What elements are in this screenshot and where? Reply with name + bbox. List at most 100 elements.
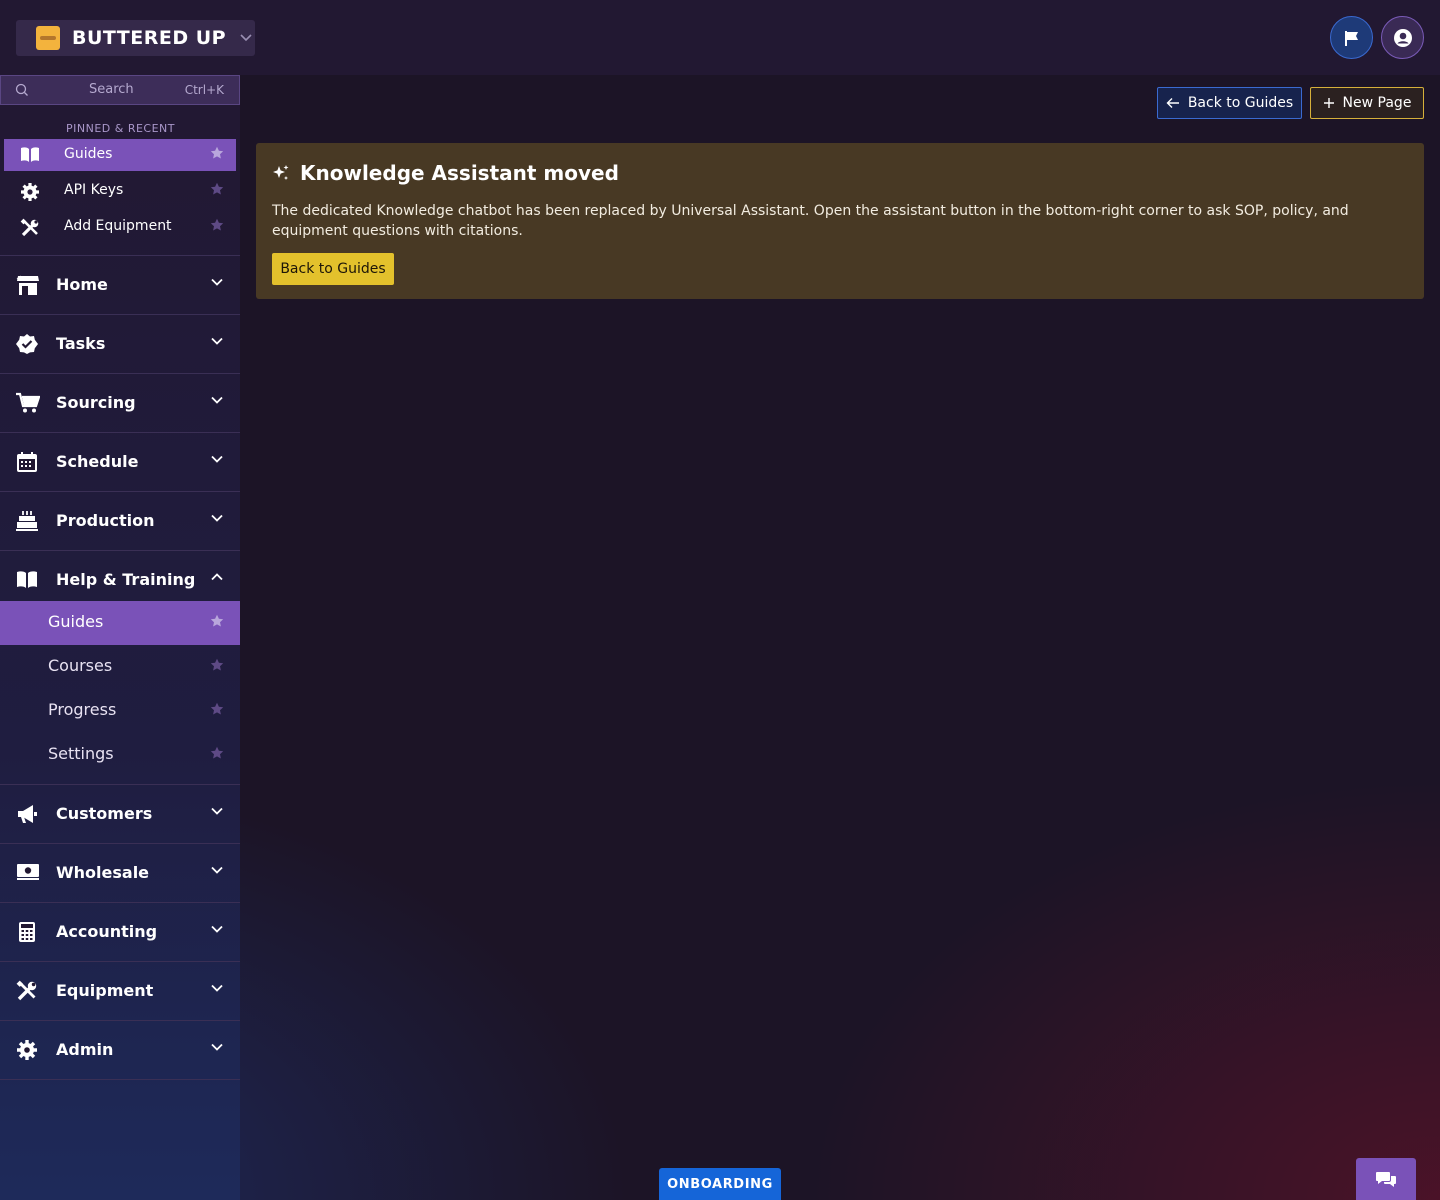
chevron-down-icon [211, 1043, 223, 1051]
submenu-item-label: Courses [48, 656, 113, 675]
brand-name: BUTTERED UP [72, 27, 227, 49]
chevron-up-icon [211, 573, 223, 581]
nav-section-wholesale[interactable]: Wholesale [0, 844, 240, 903]
nav-section-help-training[interactable]: Help & Training [0, 551, 240, 601]
search-bar[interactable]: Search Ctrl+K [0, 75, 240, 105]
nav-section-equipment[interactable]: Equipment [0, 962, 240, 1021]
megaphone-icon [16, 803, 38, 825]
search-shortcut: Ctrl+K [184, 83, 224, 97]
flag-icon [1343, 29, 1361, 47]
nav-section-production[interactable]: Production [0, 492, 240, 551]
submenu-item-courses[interactable]: Courses [0, 645, 240, 689]
nav-section-label: Schedule [56, 452, 139, 471]
nav-section-admin[interactable]: Admin [0, 1021, 240, 1080]
check-badge-icon [16, 333, 38, 355]
nav-section-label: Production [56, 511, 155, 530]
chevron-down-icon [211, 455, 223, 463]
pinned-item-api-keys[interactable]: API Keys [4, 175, 236, 207]
new-page-label: New Page [1342, 95, 1412, 111]
star-icon[interactable] [210, 702, 224, 716]
nav-section-label: Tasks [56, 334, 106, 353]
nav-section-label: Wholesale [56, 863, 150, 882]
chevron-down-icon [211, 278, 223, 286]
user-menu-button[interactable] [1381, 16, 1424, 59]
chevron-down-icon [211, 925, 223, 933]
pinned-item-guides[interactable]: Guides [4, 139, 236, 171]
submenu-item-progress[interactable]: Progress [0, 689, 240, 733]
nav-section-sourcing[interactable]: Sourcing [0, 374, 240, 433]
cart-icon [16, 392, 40, 414]
star-icon[interactable] [210, 614, 224, 628]
nav-section-home[interactable]: Home [0, 256, 240, 315]
nav-section-label: Home [56, 275, 108, 294]
chevron-down-icon [211, 866, 223, 874]
pinned-item-label: Guides [64, 146, 113, 162]
pinned-item-label: Add Equipment [64, 218, 172, 234]
calculator-icon [16, 921, 38, 943]
pinned-list: PINNED & RECENT Guides API Keys Add Equi… [0, 122, 240, 256]
nav-section-label: Sourcing [56, 393, 136, 412]
search-icon [15, 83, 29, 97]
chevron-down-icon [211, 984, 223, 992]
chevron-down-icon [240, 34, 252, 42]
star-icon[interactable] [210, 182, 224, 196]
help-training-submenu: Guides Courses Progress Settings [0, 601, 240, 785]
tools-icon [16, 980, 38, 1002]
nav-section-label: Customers [56, 804, 153, 823]
plus-icon [1323, 97, 1335, 109]
submenu-item-label: Settings [48, 744, 114, 763]
chat-bubbles-icon [1375, 1170, 1397, 1188]
assistant-chat-button[interactable] [1356, 1158, 1416, 1200]
notice-title: Knowledge Assistant moved [300, 161, 619, 185]
sidebar: Search Ctrl+K PINNED & RECENT Guides API… [0, 75, 240, 1200]
submenu-item-label: Guides [48, 612, 104, 631]
chevron-down-icon [211, 337, 223, 345]
notice-header: Knowledge Assistant moved [272, 161, 1408, 185]
arrow-left-icon [1166, 97, 1180, 109]
nav-section-label: Help & Training [56, 570, 196, 589]
sparkles-icon [272, 164, 290, 182]
gear-icon [16, 1039, 38, 1061]
tools-icon [20, 218, 40, 238]
calendar-icon [16, 451, 38, 473]
notice-body: The dedicated Knowledge chatbot has been… [272, 203, 1349, 239]
book-icon [16, 569, 38, 589]
star-icon[interactable] [210, 218, 224, 232]
top-bar: BUTTERED UP [0, 0, 1440, 75]
back-to-guides-label: Back to Guides [1187, 95, 1294, 111]
nav-section-tasks[interactable]: Tasks [0, 315, 240, 374]
store-icon [16, 274, 40, 296]
chevron-down-icon [211, 396, 223, 404]
user-icon [1393, 28, 1413, 48]
nav-section-customers[interactable]: Customers [0, 785, 240, 844]
search-placeholder: Search [89, 82, 134, 97]
star-icon[interactable] [210, 658, 224, 672]
submenu-item-label: Progress [48, 700, 117, 719]
new-page-button[interactable]: New Page [1310, 87, 1424, 119]
chevron-down-icon [211, 514, 223, 522]
star-icon[interactable] [210, 746, 224, 760]
chevron-down-icon [211, 807, 223, 815]
book-icon [20, 146, 40, 164]
money-icon [16, 862, 40, 882]
brand-logo [36, 26, 60, 50]
submenu-item-guides[interactable]: Guides [0, 601, 240, 645]
nav-section-label: Equipment [56, 981, 154, 1000]
gear-icon [20, 182, 40, 202]
nav-section-label: Admin [56, 1040, 114, 1059]
onboarding-button[interactable]: ONBOARDING [659, 1168, 781, 1200]
notice-back-to-guides-button[interactable]: Back to Guides [272, 253, 394, 285]
nav-section-accounting[interactable]: Accounting [0, 903, 240, 962]
flag-button[interactable] [1330, 16, 1373, 59]
pinned-heading: PINNED & RECENT [66, 122, 175, 135]
pinned-item-label: API Keys [64, 182, 124, 198]
nav-section-schedule[interactable]: Schedule [0, 433, 240, 492]
pinned-item-add-equipment[interactable]: Add Equipment [4, 211, 236, 243]
back-to-guides-button[interactable]: Back to Guides [1157, 87, 1302, 119]
cake-icon [16, 510, 38, 532]
star-icon[interactable] [210, 146, 224, 160]
assistant-moved-notice: Knowledge Assistant moved The dedicated … [256, 143, 1424, 299]
nav-section-label: Accounting [56, 922, 158, 941]
workspace-switcher[interactable]: BUTTERED UP [16, 20, 255, 56]
submenu-item-settings[interactable]: Settings [0, 733, 240, 777]
